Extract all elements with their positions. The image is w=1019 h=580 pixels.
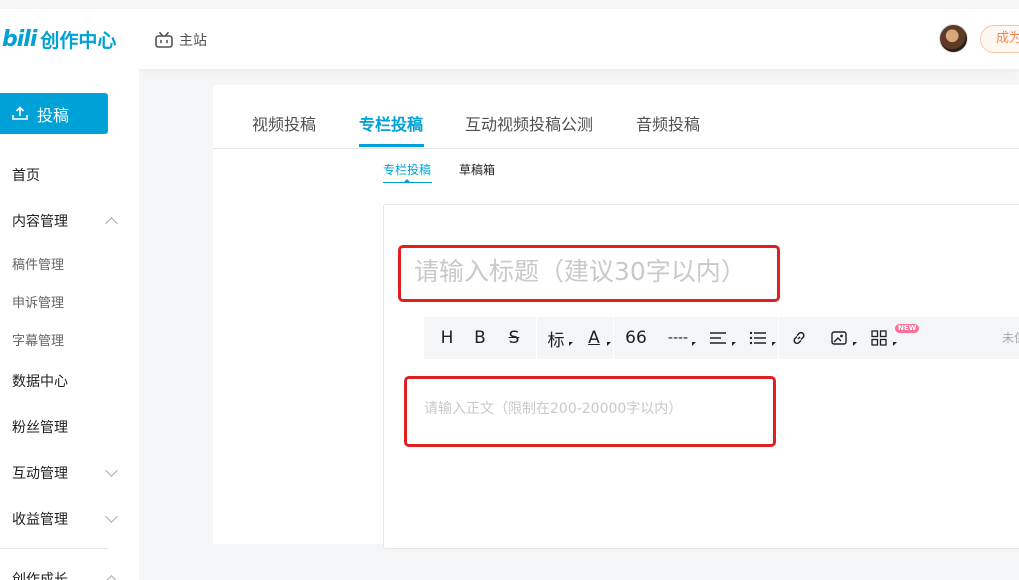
- upload-icon: [12, 106, 28, 120]
- list-icon: [749, 331, 766, 345]
- upload-button[interactable]: 投稿: [0, 93, 108, 134]
- more-modules-button[interactable]: [859, 317, 899, 359]
- divider-button[interactable]: ----: [658, 317, 698, 359]
- sidebar-item-label: 数据中心: [12, 374, 68, 390]
- active-tab-indicator: [359, 144, 424, 147]
- dropdown-triangle-icon: [607, 342, 611, 346]
- sidebar-subitem-appeals[interactable]: 申诉管理: [12, 292, 64, 311]
- active-subtab-caret: [404, 179, 410, 182]
- upload-type-tabs: 视频投稿 专栏投稿 互动视频投稿公测 音频投稿: [213, 85, 1019, 149]
- dropdown-triangle-icon: [732, 342, 736, 346]
- sidebar-item-label: 创作成长: [12, 572, 68, 580]
- sidebar-item-label: 粉丝管理: [12, 420, 68, 436]
- avatar[interactable]: [939, 24, 968, 53]
- subtab-drafts[interactable]: 草稿箱: [459, 161, 495, 178]
- chevron-up-icon: [105, 575, 118, 580]
- save-status-text: 未保: [1002, 331, 1019, 345]
- font-color-label: A: [588, 328, 600, 348]
- upload-button-label: 投稿: [37, 105, 70, 125]
- quote-button[interactable]: 66: [614, 317, 658, 359]
- become-vip-button[interactable]: 成为: [980, 25, 1019, 53]
- sidebar-item-home[interactable]: 首页: [12, 165, 116, 185]
- dropdown-triangle-icon: [772, 342, 776, 346]
- strikethrough-button[interactable]: S: [492, 317, 536, 359]
- image-button[interactable]: [819, 317, 859, 359]
- chevron-up-icon: [105, 217, 118, 230]
- dropdown-triangle-icon: [569, 342, 573, 346]
- tab-audio-upload[interactable]: 音频投稿: [636, 111, 700, 135]
- title-style-button[interactable]: 标: [537, 317, 575, 359]
- grid-icon: [871, 330, 887, 346]
- sidebar-item-label: 收益管理: [12, 512, 68, 528]
- align-button[interactable]: [698, 317, 738, 359]
- sidebar-subitem-subtitles[interactable]: 字幕管理: [12, 330, 64, 349]
- font-color-button[interactable]: A: [575, 317, 613, 359]
- tab-video-upload[interactable]: 视频投稿: [252, 111, 316, 135]
- logo-title: 创作中心: [40, 30, 117, 52]
- body-highlight-box: [404, 376, 776, 447]
- logo-bili-mark: bili: [2, 27, 37, 52]
- divider-label: ----: [667, 330, 689, 346]
- sidebar-divider: [0, 548, 108, 549]
- subtab-article-upload[interactable]: 专栏投稿: [383, 161, 431, 178]
- sidebar: 投稿 首页 内容管理 稿件管理 申诉管理 字幕管理 数据中心 粉丝管理 互动管理…: [0, 69, 139, 580]
- list-button[interactable]: [738, 317, 778, 359]
- sidebar-item-label: 内容管理: [12, 214, 68, 230]
- article-editor: 请输入标题（建议30字以内） H B S 标 A 66 ---- NEW 未 请…: [383, 204, 1019, 549]
- dropdown-triangle-icon: [893, 342, 897, 346]
- main-panel: 视频投稿 专栏投稿 互动视频投稿公测 音频投稿 专栏投稿 草稿箱 请输入标题（建…: [213, 85, 1019, 549]
- active-subtab-indicator: [383, 182, 432, 183]
- home-link-label: 主站: [179, 33, 207, 49]
- sidebar-item-interaction[interactable]: 互动管理: [12, 463, 118, 483]
- sidebar-item-label: 首页: [12, 168, 40, 184]
- dropdown-triangle-icon: [692, 342, 696, 346]
- logo[interactable]: bili 创作中心: [2, 26, 116, 53]
- sidebar-subitem-manuscripts[interactable]: 稿件管理: [12, 254, 64, 273]
- title-highlight-box: [398, 245, 780, 302]
- chevron-down-icon: [105, 464, 118, 477]
- new-badge: NEW: [895, 324, 920, 333]
- tab-article-upload[interactable]: 专栏投稿: [359, 111, 423, 135]
- align-left-icon: [710, 332, 726, 344]
- sidebar-item-growth[interactable]: 创作成长: [12, 569, 118, 580]
- sidebar-item-data-center[interactable]: 数据中心: [12, 371, 116, 391]
- title-style-label: 标: [547, 330, 565, 351]
- home-link[interactable]: 主站: [155, 30, 207, 50]
- tab-interactive-video-beta[interactable]: 互动视频投稿公测: [465, 111, 593, 135]
- chevron-down-icon: [105, 510, 118, 523]
- dropdown-triangle-icon: [853, 342, 857, 346]
- sidebar-item-content-management[interactable]: 内容管理: [12, 211, 118, 231]
- tv-icon: [155, 32, 173, 48]
- heading-button[interactable]: H: [424, 317, 468, 359]
- link-button[interactable]: [779, 317, 819, 359]
- sidebar-item-revenue[interactable]: 收益管理: [12, 509, 118, 529]
- image-icon: [830, 330, 847, 345]
- top-bar: bili 创作中心 主站 成为: [0, 9, 1019, 69]
- bold-button[interactable]: B: [468, 317, 492, 359]
- sidebar-item-fans[interactable]: 粉丝管理: [12, 417, 116, 437]
- sidebar-item-label: 互动管理: [12, 466, 68, 482]
- editor-toolbar: H B S 标 A 66 ---- NEW 未: [424, 317, 1019, 359]
- link-icon: [793, 331, 805, 345]
